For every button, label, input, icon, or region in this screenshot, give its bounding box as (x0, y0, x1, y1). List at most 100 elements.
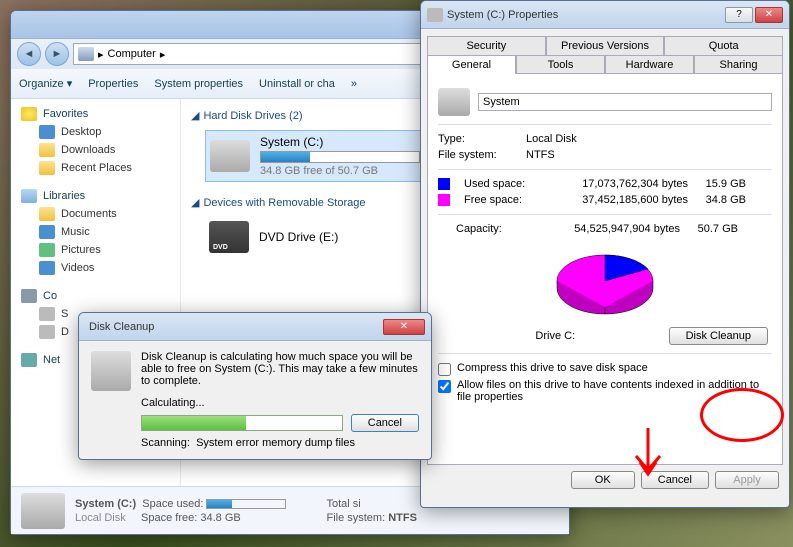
tab-tools[interactable]: Tools (516, 55, 605, 74)
volume-name-input[interactable] (478, 93, 772, 111)
network-icon (21, 353, 37, 367)
properties-dialog: System (C:) Properties ? ✕ Security Prev… (420, 0, 790, 508)
drive-free-text: 34.8 GB free of 50.7 GB (260, 165, 420, 177)
drive-name: DVD Drive (E:) (259, 230, 338, 244)
tab-content-general: Type: Local Disk File system: NTFS Used sp… (427, 73, 783, 465)
used-gb: 15.9 GB (696, 178, 746, 190)
close-button[interactable]: ✕ (383, 319, 425, 335)
tab-hardware[interactable]: Hardware (605, 55, 694, 74)
fs-value: NTFS (526, 149, 555, 161)
drive-icon (21, 493, 65, 529)
close-button[interactable]: ✕ (755, 7, 783, 23)
capacity-label: Capacity: (438, 223, 532, 235)
free-bytes: 37,452,185,600 bytes (548, 194, 688, 206)
sidebar-libraries-header[interactable]: Libraries (11, 187, 180, 205)
scanning-label: Scanning: (141, 437, 190, 449)
cancel-button[interactable]: Cancel (351, 414, 419, 432)
type-value: Local Disk (526, 133, 577, 145)
sidebar-item-downloads[interactable]: Downloads (11, 141, 180, 159)
help-button[interactable]: ? (725, 7, 753, 23)
sidebar-item-music[interactable]: Music (11, 223, 180, 241)
breadcrumb-arrow: ▸ (98, 48, 104, 61)
collapse-icon: ◢ (191, 196, 199, 209)
fs-label: File system: (438, 149, 518, 161)
disk-cleanup-dialog: Disk Cleanup ✕ Disk Cleanup is calculati… (78, 312, 432, 460)
desktop-icon (39, 125, 55, 139)
free-gb: 34.8 GB (696, 194, 746, 206)
uninstall-button[interactable]: Uninstall or cha (259, 78, 335, 90)
used-color-swatch (438, 178, 450, 190)
status-fs-label: File system: (326, 512, 385, 524)
star-icon (21, 107, 37, 121)
library-icon (21, 189, 37, 203)
drive-icon (39, 307, 55, 321)
free-color-swatch (438, 194, 450, 206)
drive-label: Drive C: (535, 330, 575, 342)
breadcrumb-computer[interactable]: Computer (108, 48, 156, 60)
drive-icon (210, 140, 250, 172)
computer-icon (78, 47, 94, 61)
compress-checkbox[interactable] (438, 363, 451, 376)
status-used-bar (206, 499, 286, 509)
sidebar-computer-header[interactable]: Co (11, 287, 180, 305)
status-drive-name: System (C:) (75, 498, 136, 510)
tab-previous-versions[interactable]: Previous Versions (546, 36, 665, 55)
tab-general[interactable]: General (427, 55, 516, 74)
used-label: Used space: (464, 178, 540, 190)
breadcrumb-arrow: ▸ (160, 48, 166, 61)
sidebar-item-recent[interactable]: Recent Places (11, 159, 180, 177)
scanning-value: System error memory dump files (196, 437, 355, 449)
properties-titlebar[interactable]: System (C:) Properties ? ✕ (421, 1, 789, 29)
forward-button[interactable]: ► (45, 42, 69, 66)
folder-icon (39, 161, 55, 175)
folder-icon (39, 143, 55, 157)
free-label: Free space: (464, 194, 540, 206)
status-free-label: Space free: (141, 512, 197, 524)
system-properties-button[interactable]: System properties (154, 78, 243, 90)
status-used-label: Space used: (142, 498, 203, 510)
capacity-bytes: 54,525,947,904 bytes (540, 223, 680, 235)
cleanup-title: Disk Cleanup (85, 321, 383, 333)
tab-sharing[interactable]: Sharing (694, 55, 783, 74)
sidebar-item-videos[interactable]: Videos (11, 259, 180, 277)
cancel-button[interactable]: Cancel (641, 471, 709, 489)
tab-quota[interactable]: Quota (664, 36, 783, 55)
cleanup-icon (91, 351, 131, 391)
computer-icon (21, 289, 37, 303)
drive-icon (427, 8, 443, 22)
document-icon (39, 207, 55, 221)
usage-pie-chart (550, 243, 660, 323)
dialog-buttons: OK Cancel Apply (421, 471, 789, 497)
apply-button[interactable]: Apply (715, 471, 779, 489)
tab-strip: Security Previous Versions Quota General… (421, 29, 789, 73)
back-button[interactable]: ◄ (17, 42, 41, 66)
sidebar-item-documents[interactable]: Documents (11, 205, 180, 223)
status-type: Local Disk (75, 512, 126, 524)
collapse-icon: ◢ (191, 109, 199, 122)
sidebar-item-desktop[interactable]: Desktop (11, 123, 180, 141)
drive-usage-bar (260, 151, 420, 163)
toolbar-overflow[interactable]: » (351, 78, 357, 90)
tab-security[interactable]: Security (427, 36, 546, 55)
used-bytes: 17,073,762,304 bytes (548, 178, 688, 190)
sidebar-favorites-header[interactable]: Favorites (11, 105, 180, 123)
properties-title: System (C:) Properties (443, 9, 725, 21)
index-checkbox[interactable] (438, 380, 451, 393)
status-fs-value: NTFS (388, 512, 417, 524)
organize-menu[interactable]: Organize ▾ (19, 77, 72, 90)
cleanup-titlebar[interactable]: Disk Cleanup ✕ (79, 313, 431, 341)
drive-icon (438, 88, 470, 116)
disk-cleanup-button[interactable]: Disk Cleanup (669, 327, 768, 345)
picture-icon (39, 243, 55, 257)
status-free-value: 34.8 GB (200, 512, 240, 524)
video-icon (39, 261, 55, 275)
music-icon (39, 225, 55, 239)
properties-button[interactable]: Properties (88, 78, 138, 90)
drive-name: System (C:) (260, 135, 420, 149)
type-label: Type: (438, 133, 518, 145)
cleanup-message: Disk Cleanup is calculating how much spa… (141, 351, 419, 387)
compress-label: Compress this drive to save disk space (457, 362, 648, 374)
capacity-gb: 50.7 GB (688, 223, 738, 235)
sidebar-item-pictures[interactable]: Pictures (11, 241, 180, 259)
ok-button[interactable]: OK (571, 471, 635, 489)
